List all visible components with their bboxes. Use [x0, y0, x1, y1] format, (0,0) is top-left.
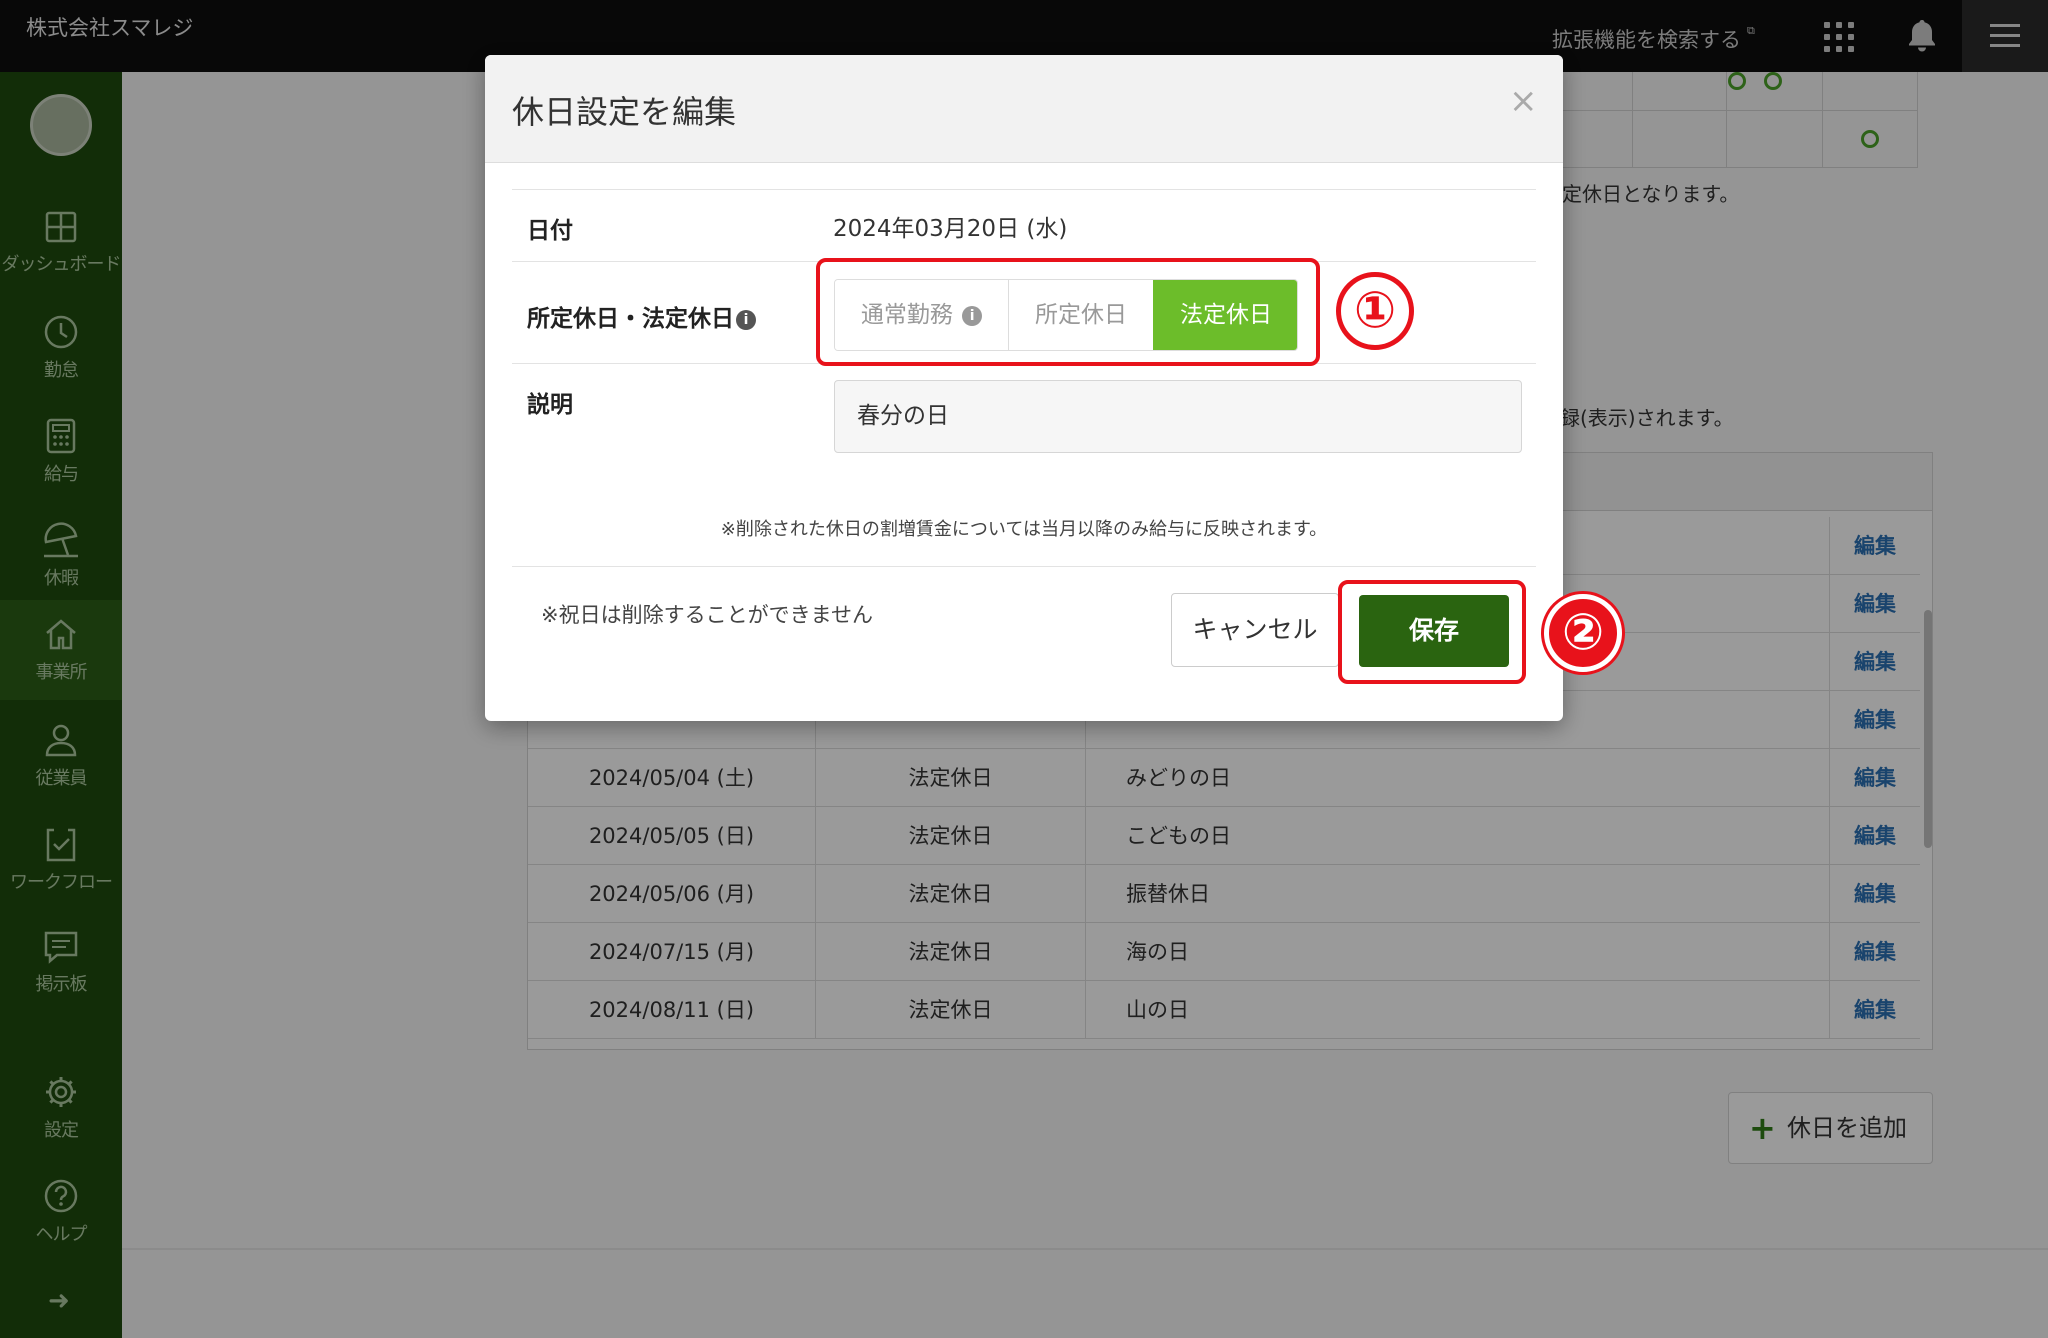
- info-icon[interactable]: i: [736, 309, 756, 330]
- date-value: 2024年03月20日 (水): [833, 216, 1068, 242]
- annotation-box-2: [1338, 580, 1526, 684]
- description-label: 説明: [527, 392, 573, 418]
- holiday-type-label: 所定休日・法定休日 i: [527, 299, 756, 333]
- description-input[interactable]: 春分の日: [834, 380, 1522, 453]
- date-label: 日付: [527, 218, 573, 244]
- modal-title: 休日設定を編集: [512, 93, 737, 131]
- annotation-box-1: [816, 258, 1320, 366]
- annotation-marker-1: ①: [1336, 272, 1414, 350]
- modal-header: 休日設定を編集 ×: [485, 55, 1563, 163]
- deletion-note: ※削除された休日の割増賃金については当月以降のみ給与に反映されます。: [720, 519, 1328, 540]
- divider: [512, 189, 1536, 190]
- holiday-note: ※祝日は削除することができません: [541, 603, 873, 627]
- divider: [512, 566, 1536, 567]
- annotation-marker-2: ②: [1544, 594, 1622, 672]
- close-icon[interactable]: ×: [1509, 81, 1538, 121]
- cancel-button[interactable]: キャンセル: [1171, 593, 1339, 667]
